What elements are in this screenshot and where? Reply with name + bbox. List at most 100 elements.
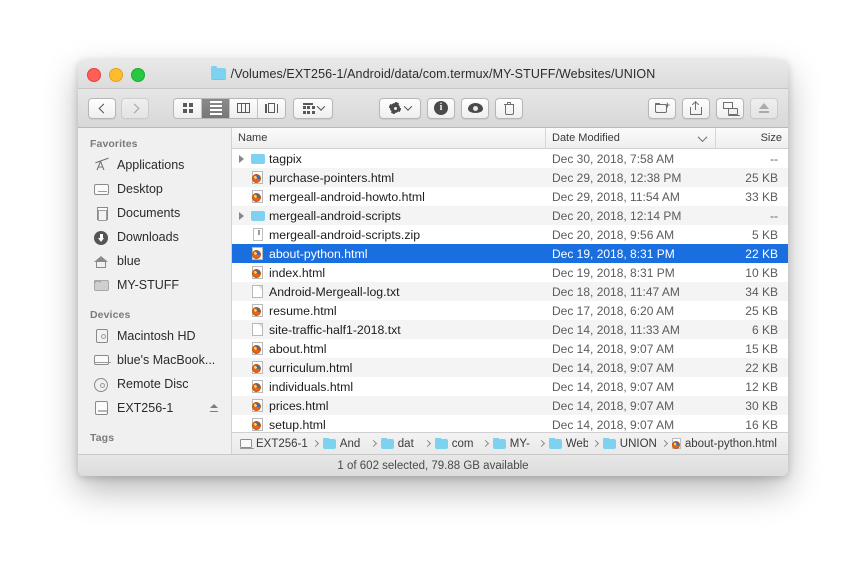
file-size: -- bbox=[770, 151, 778, 166]
file-date: Dec 14, 2018, 11:33 AM bbox=[552, 322, 680, 337]
breadcrumb-item-android[interactable]: And bbox=[322, 437, 366, 450]
gallery-view-button[interactable] bbox=[258, 98, 285, 118]
sidebar-item-downloads[interactable]: Downloads bbox=[78, 225, 231, 249]
html-file-icon bbox=[251, 379, 264, 394]
file-date: Dec 19, 2018, 8:31 PM bbox=[552, 246, 675, 261]
text-file-icon bbox=[251, 284, 264, 299]
folder-icon bbox=[548, 437, 562, 449]
applications-icon bbox=[94, 158, 110, 173]
row-name-cell: tagpix bbox=[232, 151, 546, 166]
table-row[interactable]: Android-Mergeall-log.txt Dec 18, 2018, 1… bbox=[232, 282, 788, 301]
sidebar-item-my-stuff[interactable]: MY-STUFF bbox=[78, 273, 231, 297]
table-row[interactable]: resume.html Dec 17, 2018, 6:20 AM 25 KB bbox=[232, 301, 788, 320]
chevron-left-icon bbox=[98, 103, 108, 113]
new-folder-button[interactable]: + bbox=[648, 97, 676, 119]
table-row[interactable]: site-traffic-half1-2018.txt Dec 14, 2018… bbox=[232, 320, 788, 339]
folder-icon bbox=[251, 151, 265, 166]
table-row[interactable]: mergeall-android-scripts.zip Dec 20, 201… bbox=[232, 225, 788, 244]
sidebar-section-favorites-header: Favorites bbox=[90, 138, 138, 150]
table-row[interactable]: prices.html Dec 14, 2018, 9:07 AM 30 KB bbox=[232, 396, 788, 415]
sidebar-item-blue[interactable]: blue bbox=[78, 249, 231, 273]
table-row[interactable]: mergeall-android-scripts Dec 20, 2018, 1… bbox=[232, 206, 788, 225]
breadcrumb-item-ext256-1[interactable]: EXT256-1 bbox=[240, 438, 308, 450]
maximize-button[interactable] bbox=[131, 68, 145, 82]
column-view-button[interactable] bbox=[230, 98, 258, 118]
sidebar-item-documents[interactable]: Documents bbox=[78, 201, 231, 225]
list-view-button[interactable] bbox=[202, 98, 230, 118]
row-name-cell: prices.html bbox=[232, 398, 546, 413]
breadcrumb-item-union[interactable]: UNION bbox=[602, 437, 657, 450]
file-name: purchase-pointers.html bbox=[269, 170, 395, 185]
sidebar-item-remote-disc[interactable]: Remote Disc bbox=[78, 372, 231, 396]
back-button[interactable] bbox=[88, 97, 116, 119]
eye-icon bbox=[467, 103, 483, 113]
breadcrumb-label: And bbox=[339, 437, 361, 450]
row-name-cell: resume.html bbox=[232, 303, 546, 318]
table-row[interactable]: about.html Dec 14, 2018, 9:07 AM 15 KB bbox=[232, 339, 788, 358]
sidebar-item-label: MY-STUFF bbox=[117, 278, 180, 292]
file-date: Dec 14, 2018, 9:07 AM bbox=[552, 398, 675, 413]
table-row[interactable]: curriculum.html Dec 14, 2018, 9:07 AM 22… bbox=[232, 358, 788, 377]
table-row[interactable]: setup.html Dec 14, 2018, 9:07 AM 16 KB bbox=[232, 415, 788, 432]
sidebar-item-applications[interactable]: Applications bbox=[78, 153, 231, 177]
sidebar-item-label: Documents bbox=[117, 206, 181, 220]
html-file-icon bbox=[251, 246, 264, 261]
column-header-date-modified[interactable]: Date Modified bbox=[546, 128, 716, 148]
file-size: 25 KB bbox=[745, 170, 778, 185]
breadcrumb-label: EXT256-1 bbox=[256, 437, 308, 450]
delete-button[interactable] bbox=[495, 97, 523, 119]
column-header-name[interactable]: Name bbox=[232, 128, 546, 148]
eject-button[interactable] bbox=[750, 97, 778, 119]
file-name: tagpix bbox=[269, 151, 302, 166]
breadcrumb-label: Web bbox=[565, 437, 588, 450]
grid-icon bbox=[182, 103, 193, 113]
file-name: Android-Mergeall-log.txt bbox=[269, 284, 400, 299]
arrange-icon bbox=[302, 102, 315, 114]
disclosure-triangle-icon[interactable] bbox=[236, 154, 246, 163]
table-row[interactable]: individuals.html Dec 14, 2018, 9:07 AM 1… bbox=[232, 377, 788, 396]
close-button[interactable] bbox=[87, 68, 101, 82]
file-size: 15 KB bbox=[745, 341, 778, 356]
table-row-selected[interactable]: about-python.html Dec 19, 2018, 8:31 PM … bbox=[232, 244, 788, 263]
file-date: Dec 20, 2018, 9:56 AM bbox=[552, 227, 675, 242]
row-name-cell: site-traffic-half1-2018.txt bbox=[232, 322, 546, 337]
sidebar-section-tags-header: Tags bbox=[90, 432, 115, 444]
file-size: 22 KB bbox=[745, 360, 778, 375]
file-name: index.html bbox=[269, 265, 326, 280]
sidebar-item-desktop[interactable]: Desktop bbox=[78, 177, 231, 201]
zip-file-icon bbox=[251, 227, 264, 242]
disclosure-triangle-icon[interactable] bbox=[236, 211, 246, 220]
share-button[interactable] bbox=[682, 97, 710, 119]
column-header-size[interactable]: Size bbox=[716, 128, 788, 148]
sidebar-item-ext256-1[interactable]: EXT256-1 bbox=[78, 396, 231, 420]
row-name-cell: Android-Mergeall-log.txt bbox=[232, 284, 546, 299]
sidebar-item-macintosh-hd[interactable]: Macintosh HD bbox=[78, 324, 231, 348]
breadcrumb-item-about-python[interactable]: about-python.html bbox=[671, 438, 777, 450]
get-info-button[interactable]: i bbox=[427, 97, 455, 119]
disc-icon bbox=[94, 377, 110, 392]
downloads-icon bbox=[94, 230, 110, 245]
table-row[interactable]: index.html Dec 19, 2018, 8:31 PM 10 KB bbox=[232, 263, 788, 282]
breadcrumb-item-my-stuff[interactable]: MY- bbox=[492, 437, 534, 450]
forward-button[interactable] bbox=[121, 97, 149, 119]
window-title-group: /Volumes/EXT256-1/Android/data/com.termu… bbox=[78, 60, 788, 88]
sidebar-item-macbook[interactable]: blue's MacBook... bbox=[78, 348, 231, 372]
column-headers: Name Date Modified Size bbox=[232, 128, 788, 149]
file-size: 30 KB bbox=[745, 398, 778, 413]
icon-view-button[interactable] bbox=[174, 98, 202, 118]
table-row[interactable]: tagpix Dec 30, 2018, 7:58 AM -- bbox=[232, 149, 788, 168]
file-date: Dec 18, 2018, 11:47 AM bbox=[552, 284, 680, 299]
minimize-button[interactable] bbox=[109, 68, 123, 82]
breadcrumb-item-websites[interactable]: Web bbox=[548, 437, 588, 450]
chevron-down-icon bbox=[403, 102, 413, 111]
arrange-by-button[interactable] bbox=[293, 97, 333, 119]
eject-icon[interactable] bbox=[210, 403, 219, 413]
airdrop-button[interactable] bbox=[716, 97, 744, 119]
action-gear-button[interactable] bbox=[379, 97, 421, 119]
quick-look-button[interactable] bbox=[461, 97, 489, 119]
breadcrumb-item-com-termux[interactable]: com bbox=[434, 437, 478, 450]
breadcrumb-separator-icon bbox=[369, 439, 377, 448]
table-row[interactable]: purchase-pointers.html Dec 29, 2018, 12:… bbox=[232, 168, 788, 187]
table-row[interactable]: mergeall-android-howto.html Dec 29, 2018… bbox=[232, 187, 788, 206]
breadcrumb-item-data[interactable]: dat bbox=[380, 437, 420, 450]
